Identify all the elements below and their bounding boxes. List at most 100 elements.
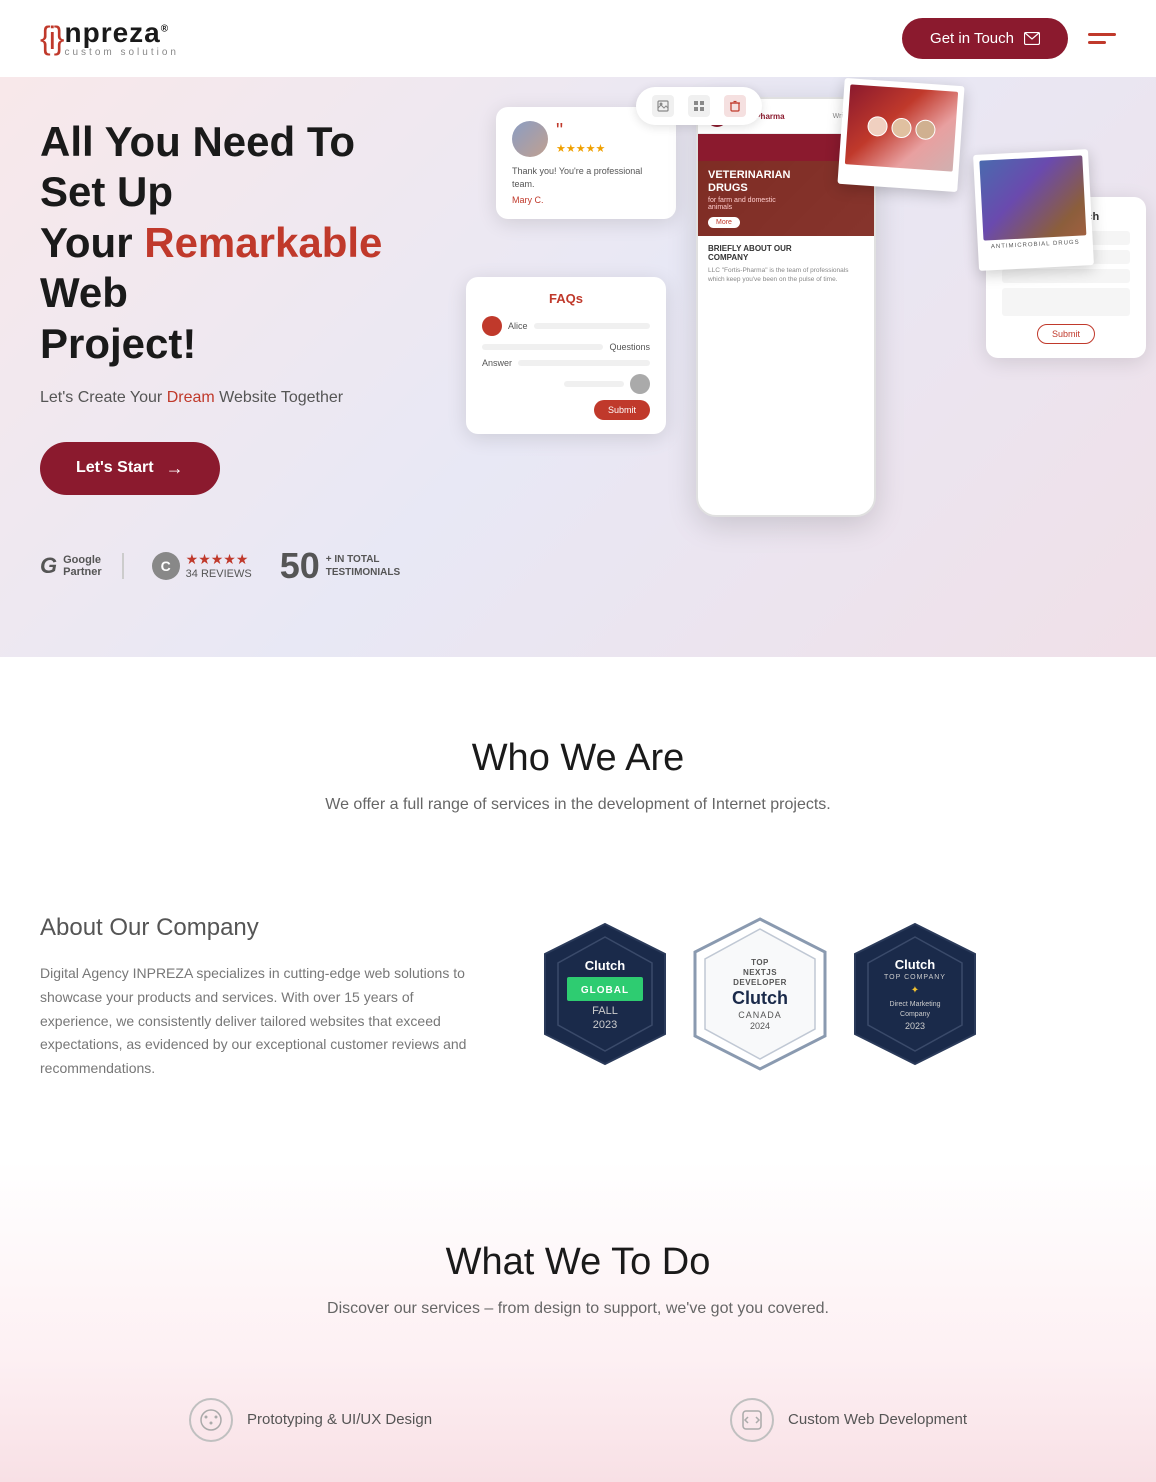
polaroid-team <box>837 78 964 192</box>
clutch-global-content: Clutch GLOBAL FALL 2023 <box>540 919 670 1069</box>
hero-section: All You Need To Set Up Your Remarkable W… <box>0 77 1156 657</box>
polaroid-team-image <box>845 84 958 171</box>
clutch-direct-brand: Clutch <box>895 957 935 972</box>
what-we-do-title: What We To Do <box>40 1241 1116 1284</box>
envelope-icon <box>1024 32 1040 45</box>
who-we-are-subtitle: We offer a full range of services in the… <box>278 796 878 814</box>
menu-button[interactable] <box>1088 33 1116 44</box>
logo-name: npreza® <box>64 19 178 47</box>
answer-label: Answer <box>482 358 512 368</box>
service-web-dev: Custom Web Development <box>730 1398 967 1442</box>
hero-dream: Dream <box>167 389 215 406</box>
prototyping-icon <box>189 1398 233 1442</box>
web-dev-svg <box>740 1408 764 1432</box>
clutch-direct-star: ✦ <box>911 985 919 996</box>
polaroid-label: ANTIMICROBIAL DRUGS <box>984 239 1087 250</box>
more-button[interactable]: More <box>708 217 740 228</box>
clutch-direct-category: Direct MarketingCompany <box>890 1000 941 1018</box>
about-company-title: BRIEFLY ABOUT OURCOMPANY <box>708 244 864 262</box>
clutch-global-label: GLOBAL <box>581 985 629 996</box>
team-avatar-3 <box>915 119 936 140</box>
header: {i} npreza® custom solution Get in Touch <box>0 0 1156 77</box>
clutch-canada-badge: TOP NEXTJS DEVELOPER Clutch CANADA 2024 <box>690 914 830 1074</box>
about-description: Digital Agency INPREZA specializes in cu… <box>40 962 480 1081</box>
faq-submit-button[interactable]: Submit <box>594 400 650 420</box>
about-company-text: LLC "Fortis-Pharma" is the team of profe… <box>708 266 864 284</box>
team-avatars <box>867 116 936 141</box>
donna-avatar <box>630 374 650 394</box>
faq-donna-row <box>482 374 650 394</box>
hero-content: All You Need To Set Up Your Remarkable W… <box>40 117 420 587</box>
clutch-canada-nextjs: NEXTJS <box>743 968 777 977</box>
reviewer-avatar <box>512 121 548 157</box>
alice-label: Alice <box>508 321 528 331</box>
star-rating: ★★★★★ <box>186 551 252 568</box>
services-row: Prototyping & UI/UX Design Custom Web De… <box>0 1358 1156 1482</box>
testimonials-stat: 50 + IN TOTALTESTIMONIALS <box>280 545 401 587</box>
clutch-global-brand: Clutch <box>585 958 625 973</box>
arrow-icon: → <box>166 458 184 479</box>
faq-alice-row: Alice <box>482 316 650 336</box>
testimonials-number: 50 <box>280 545 320 587</box>
hero-mockups: " ★★★★★ Thank you! You're a professional… <box>436 77 1156 637</box>
clutch-direct-year: 2023 <box>905 1021 925 1031</box>
alice-bar <box>534 323 650 329</box>
hero-subtitle: Let's Create Your Dream Website Together <box>40 389 420 407</box>
faq-questions-row: Questions <box>482 342 650 352</box>
about-text: About Our Company Digital Agency INPREZA… <box>40 914 480 1081</box>
menu-line-1 <box>1088 33 1116 36</box>
logo-bracket: {i} <box>40 20 62 57</box>
reviewer-name: Mary C. <box>512 195 660 205</box>
trash-icon <box>729 100 741 112</box>
clutch-global-badge: Clutch GLOBAL FALL 2023 <box>540 919 670 1069</box>
questions-bar <box>482 344 603 350</box>
faq-title: FAQs <box>482 291 650 306</box>
prototyping-svg <box>199 1408 223 1432</box>
donna-bar <box>564 381 624 387</box>
clutch-canada-top: TOP <box>751 958 769 967</box>
logo-tagline: custom solution <box>64 47 178 58</box>
review-card-header: " ★★★★★ <box>512 121 660 157</box>
alice-avatar <box>482 316 502 336</box>
clutch-canada-year: 2024 <box>750 1021 770 1031</box>
menu-line-2 <box>1088 41 1106 44</box>
banner-subtitle: for farm and domesticanimals <box>708 197 864 211</box>
clutch-direct-content: Clutch TOP COMPANY ✦ Direct MarketingCom… <box>850 919 980 1069</box>
contact-textarea <box>1002 288 1130 316</box>
who-we-are-title: Who We Are <box>40 737 1116 780</box>
clutch-reviews-badge: C ★★★★★ 34 REVIEWS <box>152 551 252 580</box>
clutch-direct-badge: Clutch TOP COMPANY ✦ Direct MarketingCom… <box>850 919 980 1069</box>
clutch-canada-country: CANADA <box>738 1010 782 1020</box>
service-prototyping: Prototyping & UI/UX Design <box>189 1398 432 1442</box>
get-in-touch-button[interactable]: Get in Touch <box>902 18 1068 59</box>
testimonials-label: + IN TOTALTESTIMONIALS <box>326 553 400 579</box>
review-text: Thank you! You're a professional team. <box>512 165 660 190</box>
contact-submit-button[interactable]: Submit <box>1037 324 1095 344</box>
polaroid-product-image <box>979 155 1086 240</box>
review-quote: " <box>556 120 563 142</box>
contact-field-3 <box>1002 269 1130 283</box>
logo: {i} npreza® custom solution <box>40 19 179 58</box>
web-dev-icon <box>730 1398 774 1442</box>
toolbar-card <box>636 87 762 125</box>
toolbar-icon-2 <box>688 95 710 117</box>
clutch-direct-top: TOP COMPANY <box>884 974 946 981</box>
what-we-do-section: What We To Do Discover our services – fr… <box>0 1161 1156 1358</box>
review-stars-wrapper: " ★★★★★ <box>556 124 605 155</box>
logo-text: npreza® custom solution <box>64 19 178 58</box>
stats-bar: G GooglePartner C ★★★★★ 34 REVIEWS 50 + … <box>40 545 420 587</box>
about-title: About Our Company <box>40 914 480 942</box>
toolbar-icon-1 <box>652 95 674 117</box>
web-dev-label: Custom Web Development <box>788 1411 967 1428</box>
image-icon <box>657 100 669 112</box>
google-partner-text: GooglePartner <box>63 554 102 578</box>
clutch-canada-content: TOP NEXTJS DEVELOPER Clutch CANADA 2024 <box>690 914 830 1074</box>
phone-body: BRIEFLY ABOUT OURCOMPANY LLC "Fortis-Pha… <box>698 236 874 292</box>
who-we-are-section: Who We Are We offer a full range of serv… <box>0 657 1156 874</box>
clutch-global-ribbon: GLOBAL <box>567 977 643 1001</box>
google-partner-badge: G GooglePartner <box>40 553 124 579</box>
faq-card: FAQs Alice Questions Answer Submit <box>466 277 666 434</box>
clutch-global-year: 2023 <box>593 1019 617 1031</box>
lets-start-button[interactable]: Let's Start → <box>40 442 220 495</box>
clutch-c-icon: C <box>152 552 180 580</box>
